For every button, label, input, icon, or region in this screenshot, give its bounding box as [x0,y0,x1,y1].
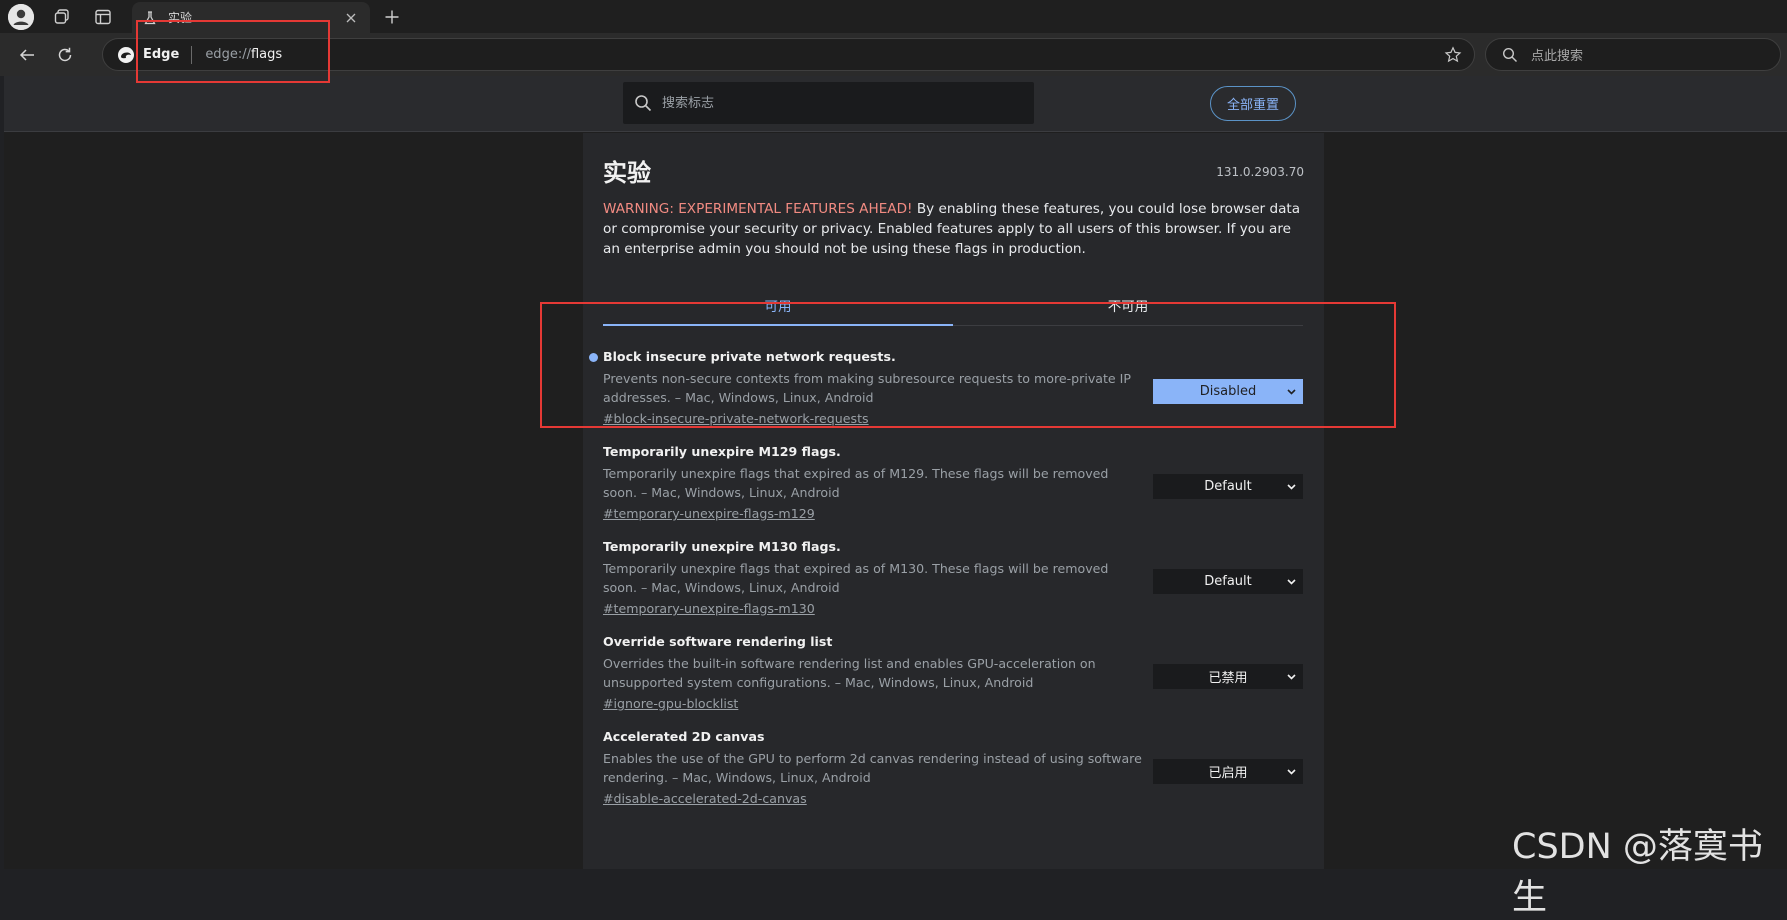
close-icon [346,13,356,22]
flag-state-value: Disabled [1199,384,1257,399]
chevron-down-icon [1287,674,1296,680]
favorite-star-icon[interactable] [1444,46,1462,64]
omnibox-divider [191,45,193,64]
flag-state-select[interactable]: 已启用 [1153,759,1303,784]
collections-button[interactable] [50,5,74,29]
flags-content: 实验 131.0.2903.70 WARNING: EXPERIMENTAL F… [583,133,1324,869]
refresh-icon [58,47,72,62]
flag-state-value: Default [1204,479,1252,494]
flag-state-value: 已启用 [1208,766,1248,781]
chevron-down-icon [1287,579,1296,585]
flag-link[interactable]: #temporary-unexpire-flags-m130 [603,601,815,616]
version-label: 131.0.2903.70 [1216,165,1304,179]
flag-name: Temporarily unexpire M129 flags. [603,444,841,459]
chevron-down-icon [1287,769,1296,775]
search-icon [635,95,652,112]
flag-search-box[interactable] [623,82,1034,124]
flag-name: Accelerated 2D canvas [603,729,765,744]
tab-available[interactable]: 可用 [603,285,953,326]
flag-link[interactable]: #disable-accelerated-2d-canvas [603,791,807,806]
flag-link[interactable]: #block-insecure-private-network-requests [603,411,869,426]
sidebar-search-box[interactable]: 点此搜索 [1485,38,1781,71]
search-icon [1502,47,1517,62]
close-tab-button[interactable] [340,7,362,29]
flag-description: Overrides the built-in software renderin… [603,656,1096,690]
page-title: 实验 [603,159,651,187]
chevron-down-icon [1287,484,1296,490]
refresh-button[interactable] [52,42,78,68]
flag-state-select[interactable]: Default [1153,474,1303,499]
plus-icon [385,10,399,24]
flask-icon [144,10,156,24]
chevron-down-icon [1287,389,1296,395]
flag-description: Temporarily unexpire flags that expired … [603,466,1109,500]
flag-description: Enables the use of the GPU to perform 2d… [603,751,1142,785]
flag-link[interactable]: #temporary-unexpire-flags-m129 [603,506,815,521]
browser-toolbar: Edge edge://flags 点此搜索 [0,33,1787,76]
vertical-tabs-button[interactable] [91,5,115,29]
flag-item: Block insecure private network requests.… [589,349,1303,441]
arrow-left-icon [19,49,34,61]
flag-item: Temporarily unexpire M129 flags. Tempora… [603,444,1303,536]
flag-item: Override software rendering list Overrid… [603,634,1303,726]
flag-link[interactable]: #ignore-gpu-blocklist [603,696,738,711]
flag-description: Temporarily unexpire flags that expired … [603,561,1109,595]
reset-all-button[interactable]: 全部重置 [1210,86,1296,121]
back-button[interactable] [14,42,40,68]
flag-search-input[interactable] [660,88,1020,118]
tab-strip: 实验 [0,0,1787,33]
flags-page: 全部重置 实验 131.0.2903.70 WARNING: EXPERIMEN… [4,76,1787,869]
tab-flags[interactable]: 实验 [132,2,370,33]
watermark: CSDN @落寞书生 [1512,827,1763,918]
flag-state-select[interactable]: 已禁用 [1153,664,1303,689]
flags-header: 全部重置 [4,76,1787,132]
flag-item: Temporarily unexpire M130 flags. Tempora… [603,539,1303,631]
flag-state-select[interactable]: Default [1153,569,1303,594]
flag-state-value: 已禁用 [1208,671,1248,686]
url-scheme: edge:// [205,47,251,62]
modified-indicator [589,353,598,362]
address-bar[interactable]: Edge edge://flags [102,38,1475,71]
tab-unavailable[interactable]: 不可用 [953,285,1303,325]
warning-text: WARNING: EXPERIMENTAL FEATURES AHEAD! By… [603,199,1303,259]
flag-description: Prevents non-secure contexts from making… [603,371,1131,405]
flag-state-value: Default [1204,574,1252,589]
edge-logo-icon [118,46,134,63]
flag-name: Temporarily unexpire M130 flags. [603,539,841,554]
flags-tabs: 可用 不可用 [603,285,1303,326]
new-tab-button[interactable] [380,5,404,29]
tab-title: 实验 [168,11,193,25]
site-label: Edge [143,47,180,62]
profile-icon [8,4,34,30]
flag-state-select[interactable]: Disabled [1153,379,1303,404]
flag-name: Override software rendering list [603,634,833,649]
url-text[interactable]: edge://flags [205,47,282,62]
profile-avatar[interactable] [8,4,34,30]
tab-actions-icon [95,9,111,25]
flag-name: Block insecure private network requests. [603,349,896,364]
flag-item: Accelerated 2D canvas Enables the use of… [603,729,1303,821]
url-path: flags [250,47,283,62]
collections-icon [54,9,69,24]
sidebar-search-placeholder: 点此搜索 [1531,49,1584,64]
warning-heading: WARNING: EXPERIMENTAL FEATURES AHEAD! [603,201,913,217]
